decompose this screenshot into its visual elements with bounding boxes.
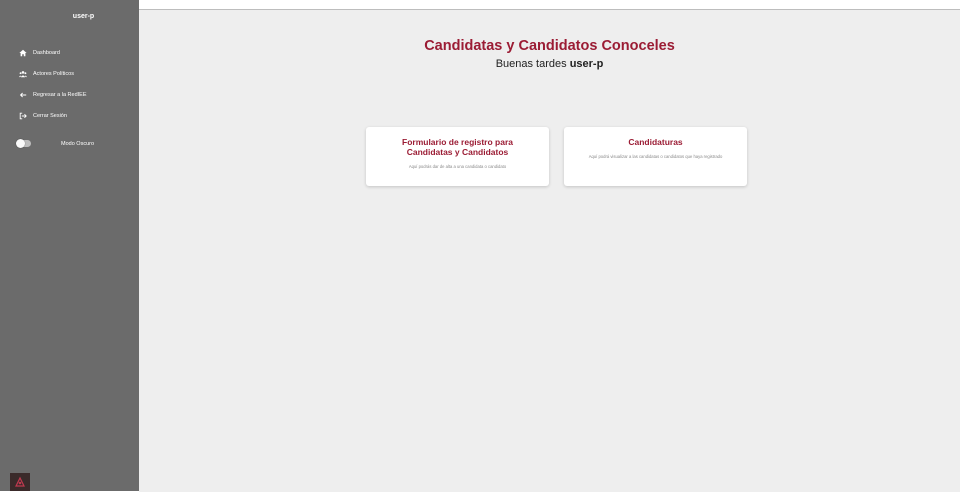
sidebar-item-dashboard[interactable]: Dashboard [17, 45, 87, 60]
dark-mode-switch[interactable] [16, 139, 31, 148]
sidebar-nav: Dashboard Actores Políticos Regresar a l… [17, 45, 87, 129]
sidebar-item-label: Regresar a la RedIEE [33, 91, 87, 98]
app-logo-icon [10, 473, 30, 491]
card-description: Aquí podrás dar de alta a una candidata … [408, 164, 507, 169]
users-icon [17, 70, 28, 78]
card-registro-candidatos[interactable]: Formulario de registro para Candidatas y… [366, 127, 549, 186]
sidebar-item-label: Dashboard [33, 49, 60, 56]
card-title: Formulario de registro para Candidatas y… [402, 137, 513, 157]
greeting: Buenas tardes user-p [139, 58, 960, 70]
main-content: Candidatas y Candidatos Conoceles Buenas… [139, 9, 960, 492]
page-title: Candidatas y Candidatos Conoceles [424, 38, 675, 54]
home-icon [17, 49, 28, 57]
card-candidaturas[interactable]: Candidaturas Aquí podrá visualizar a las… [564, 127, 747, 186]
sidebar-item-actores-politicos[interactable]: Actores Políticos [17, 66, 87, 81]
card-title: Candidaturas [628, 137, 683, 147]
logout-icon [17, 112, 28, 120]
dark-mode-toggle-row: Modo Oscuro [16, 139, 95, 148]
greeting-text: Buenas tardes [495, 58, 570, 70]
sidebar-item-regresar[interactable]: Regresar a la RedIEE [17, 87, 87, 102]
switch-knob [16, 139, 25, 148]
greeting-username: user-p [569, 58, 604, 70]
sidebar-item-label: Actores Políticos [33, 70, 74, 77]
sidebar-item-cerrar-sesion[interactable]: Cerrar Sesión [17, 108, 87, 123]
card-description: Aquí podrá visualizar a las candidatas o… [588, 154, 723, 159]
dark-mode-label: Modo Oscuro [61, 140, 95, 147]
sidebar-username: user-p [72, 13, 95, 20]
top-bar [139, 0, 960, 9]
sidebar: user-p Dashboard Actores Políticos Regre… [0, 0, 139, 491]
sidebar-item-label: Cerrar Sesión [33, 112, 67, 119]
arrow-left-icon [17, 91, 28, 99]
